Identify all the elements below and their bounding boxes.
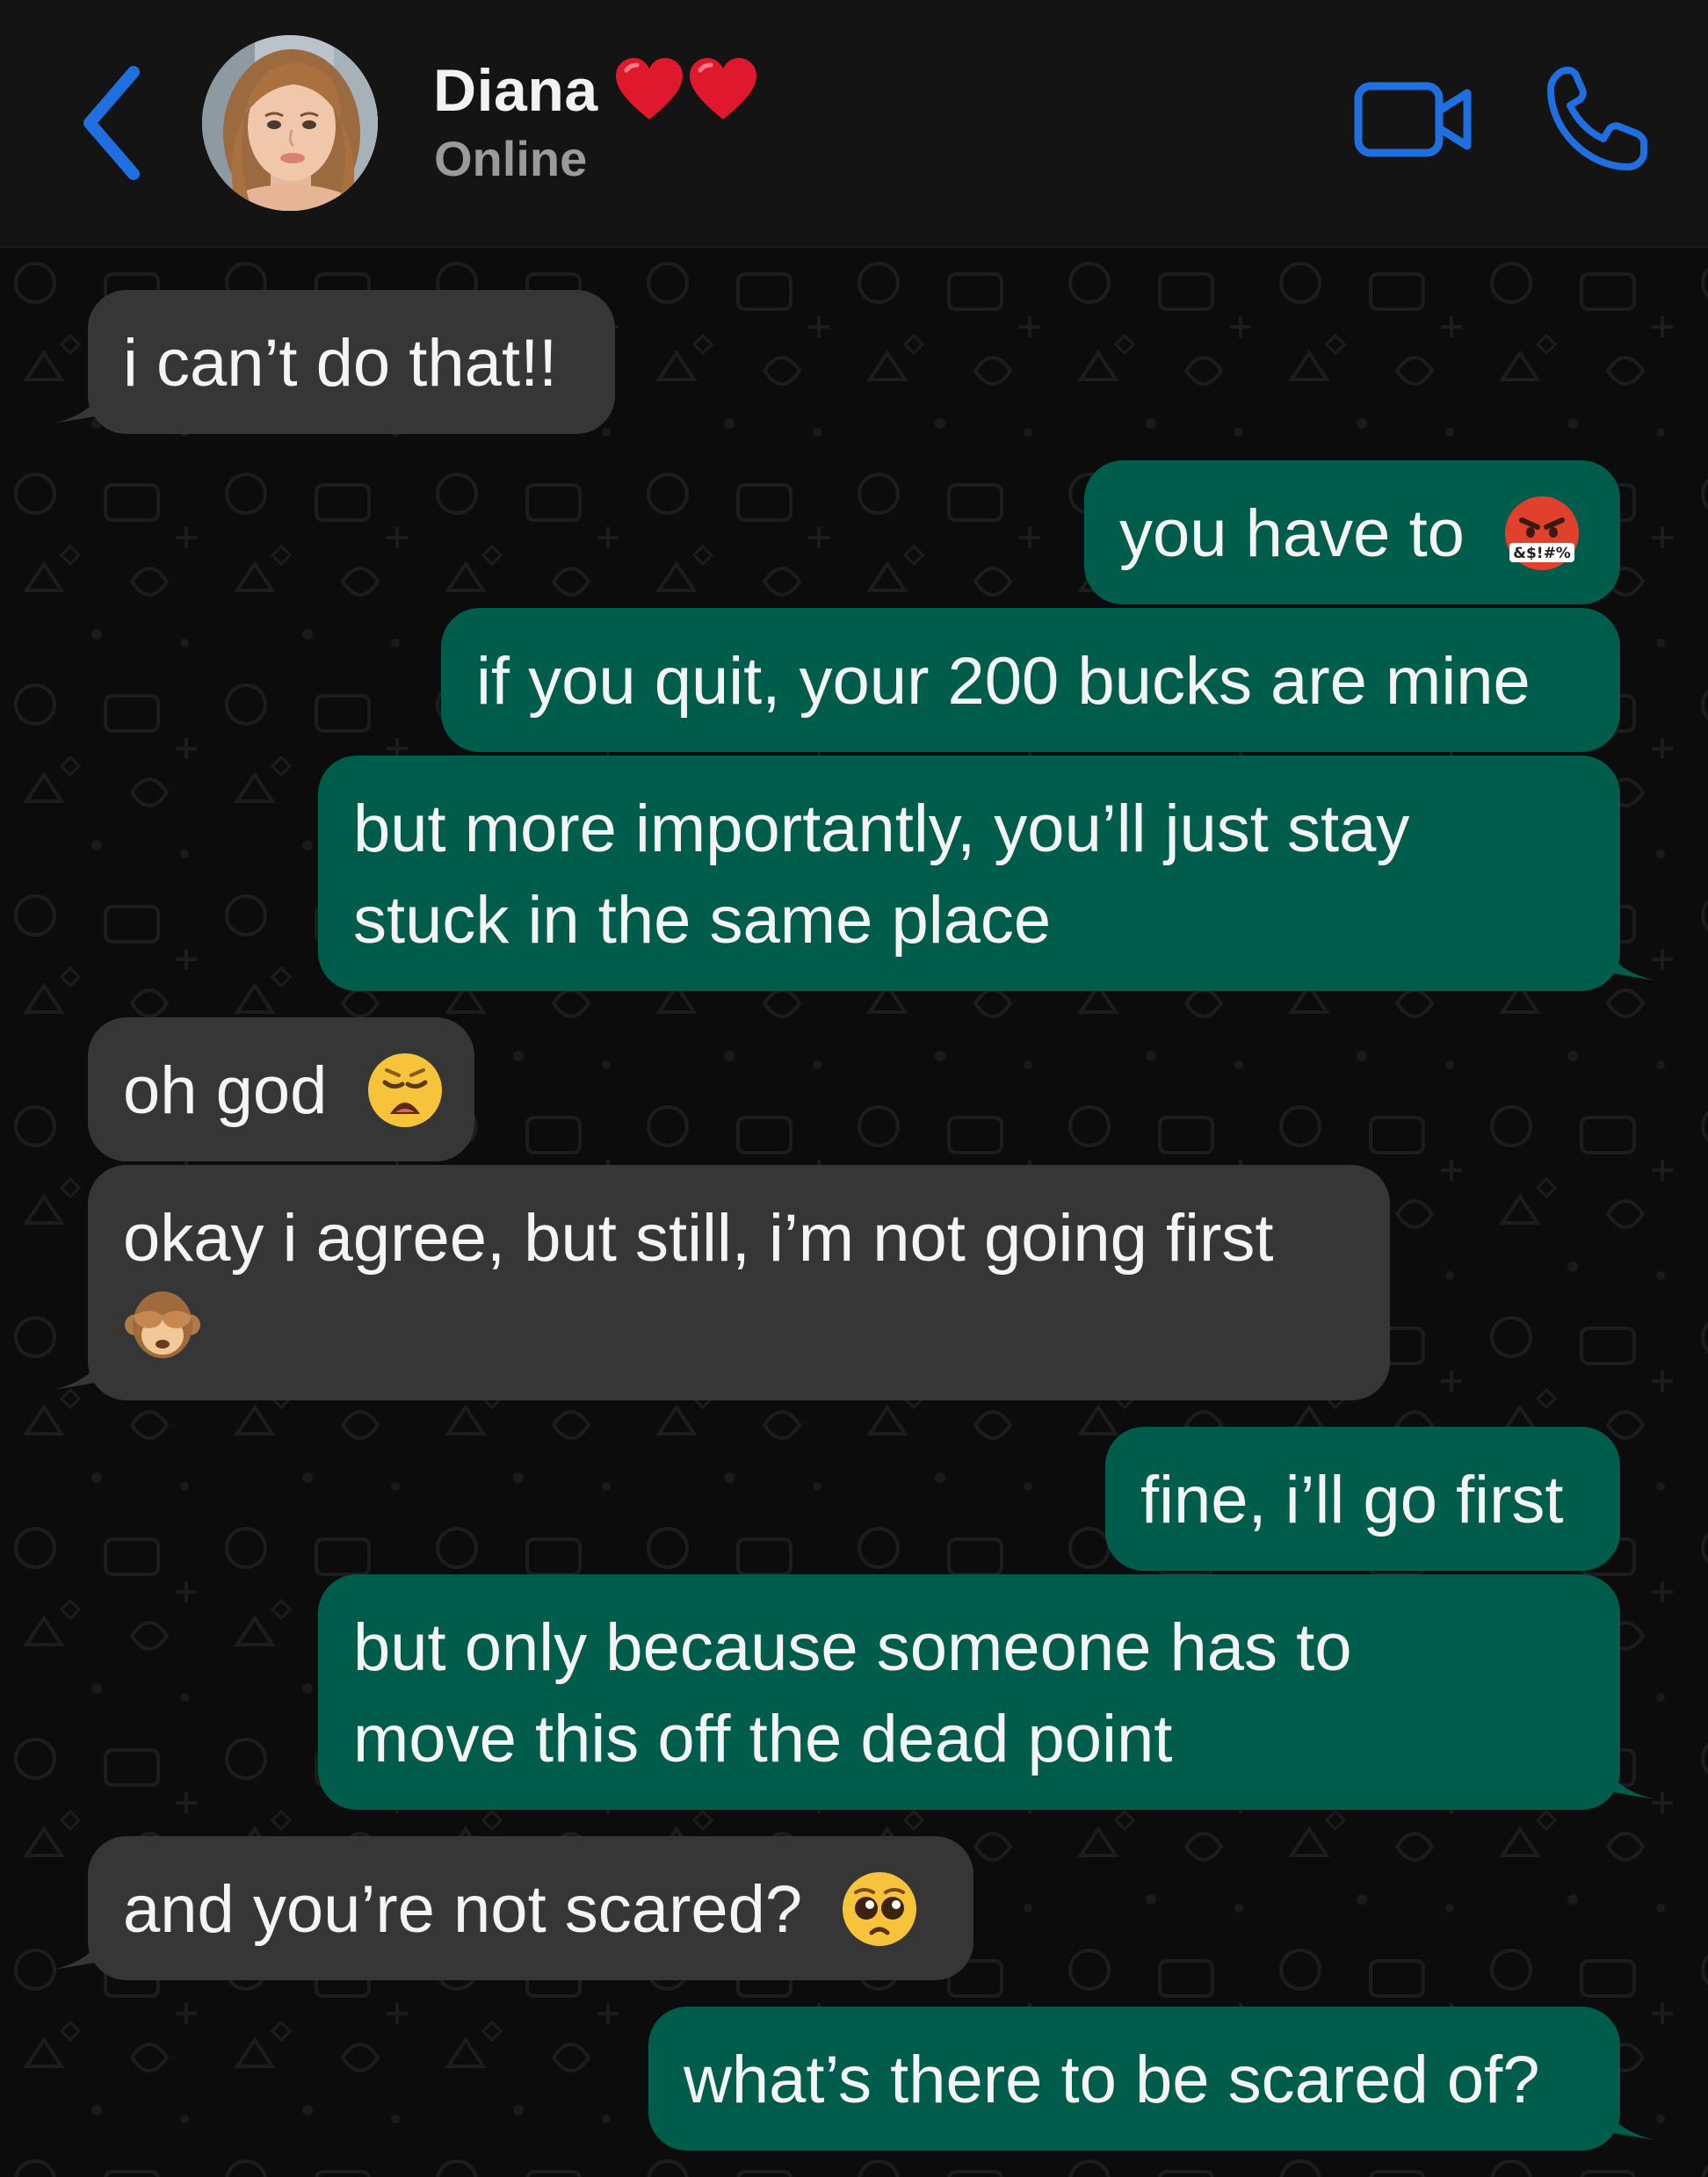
outgoing-message[interactable]: fine, i’ll go first (1105, 1427, 1620, 1571)
red-heart-icon (689, 58, 756, 119)
pleading-face-icon (843, 1871, 917, 1946)
weary-face-icon (367, 1052, 442, 1127)
voice-call-button[interactable] (1542, 61, 1647, 176)
message-text-line: move this off the dead point (353, 1702, 1173, 1776)
outgoing-message[interactable]: if you quit, your 200 bucks are mine (441, 608, 1620, 752)
see-no-evil-monkey-icon (125, 1291, 200, 1358)
outgoing-message[interactable]: you have to &$!#% (1084, 460, 1620, 604)
message-text-line: okay i agree, but still, i’m not going f… (123, 1201, 1274, 1276)
message-list[interactable]: i can’t do that!! you have to &$!#% if y… (0, 248, 1708, 2177)
phone-icon (1547, 67, 1647, 170)
video-call-button[interactable] (1353, 70, 1476, 167)
chevron-left-icon (83, 66, 140, 180)
outgoing-message[interactable]: but more importantly, you’ll just stay s… (318, 756, 1620, 991)
bubble-tail (1604, 1764, 1655, 1799)
chat-header: Diana Online (0, 0, 1708, 248)
message-text: i can’t do that!! (123, 326, 558, 401)
message-text-line: stuck in the same place (353, 883, 1052, 958)
message-text: and you’re not scared? (123, 1872, 803, 1947)
message-text: you have to (1119, 496, 1465, 571)
bubble-tail (53, 1355, 104, 1390)
message-text-line: but only because someone has to (353, 1610, 1352, 1685)
message-text-line: but more importantly, you’ll just stay (353, 792, 1410, 866)
face-with-symbols-on-mouth-icon: &$!#% (1505, 495, 1580, 570)
contact-photo (202, 35, 378, 211)
bubble-tail (1604, 2105, 1655, 2140)
online-status: Online (434, 131, 588, 186)
contact-name: Diana (433, 57, 598, 124)
incoming-message[interactable]: oh god (88, 1017, 474, 1161)
incoming-message[interactable]: okay i agree, but still, i’m not going f… (88, 1165, 1390, 1400)
incoming-message[interactable]: and you’re not scared? (88, 1836, 973, 1980)
bubble-tail (53, 388, 104, 423)
message-text: what’s there to be scared of? (684, 2043, 1540, 2117)
message-text: fine, i’ll go first (1140, 1463, 1564, 1537)
chat-screen: Diana Online i can’t do that!! you have … (0, 0, 1708, 2177)
bubble-tail (1604, 945, 1655, 980)
back-button[interactable] (70, 61, 158, 184)
incoming-message[interactable]: i can’t do that!! (88, 290, 615, 434)
message-text: oh god (123, 1053, 328, 1128)
bubble-tail (53, 1935, 104, 1970)
avatar[interactable] (202, 35, 378, 211)
video-camera-icon (1354, 82, 1472, 157)
outgoing-message[interactable]: but only because someone has to move thi… (318, 1574, 1620, 1810)
message-text: if you quit, your 200 bucks are mine (476, 644, 1531, 719)
outgoing-message[interactable]: what’s there to be scared of? (648, 2007, 1620, 2151)
red-heart-icon (615, 58, 683, 119)
svg-text:&$!#%: &$!#% (1513, 545, 1571, 562)
contact-name-row[interactable]: Diana (433, 51, 758, 130)
hearts-decoration (614, 58, 758, 123)
